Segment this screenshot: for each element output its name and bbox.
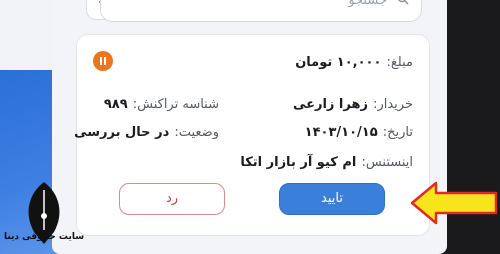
search-icon (398, 0, 409, 5)
search-input[interactable]: جستجو (100, 0, 422, 22)
buyer-row: خریدار: زهرا زارعی (293, 93, 413, 112)
date-value: ۱۴۰۳/۱۰/۱۵ (304, 125, 378, 140)
transaction-id-label: شناسه تراکنش: (132, 97, 219, 112)
transaction-card: مبلغ: ۱۰,۰۰۰ تومان خریدار: زهرا زارعی شن… (74, 34, 430, 236)
buyer-label: خریدار: (373, 97, 413, 112)
amount-label: مبلغ: (386, 55, 414, 70)
instance-value: ام کیو آر بازار اتکا (240, 155, 357, 170)
arrow-left-icon (410, 181, 498, 225)
status-label: وضعیت: (174, 125, 219, 140)
pause-icon[interactable] (93, 51, 113, 71)
background-light-area (0, 0, 60, 70)
search-placeholder: جستجو (348, 0, 387, 8)
date-row: تاریخ: ۱۴۰۳/۱۰/۱۵ (305, 121, 413, 140)
status-value: در حال بررسی (74, 125, 170, 140)
instance-row: اینستنس: ام کیو آر بازار اتکا (240, 151, 413, 170)
transaction-id-row: شناسه تراکنش: ۹۸۹ (104, 93, 219, 112)
instance-label: اینستنس: (361, 155, 413, 170)
confirm-button[interactable]: تایید (279, 183, 385, 215)
status-row: وضعیت: در حال بررسی (74, 121, 219, 140)
transaction-id-value: ۹۸۹ (103, 97, 128, 112)
amount-row: مبلغ: ۱۰,۰۰۰ تومان (295, 51, 413, 70)
buyer-value: زهرا زارعی (292, 97, 368, 112)
amount-value: ۱۰,۰۰۰ تومان (295, 55, 382, 70)
site-watermark-text: سایت حقوقی دینا (4, 232, 85, 242)
date-label: تاریخ: (382, 125, 413, 140)
reject-button[interactable]: رد (119, 183, 225, 215)
